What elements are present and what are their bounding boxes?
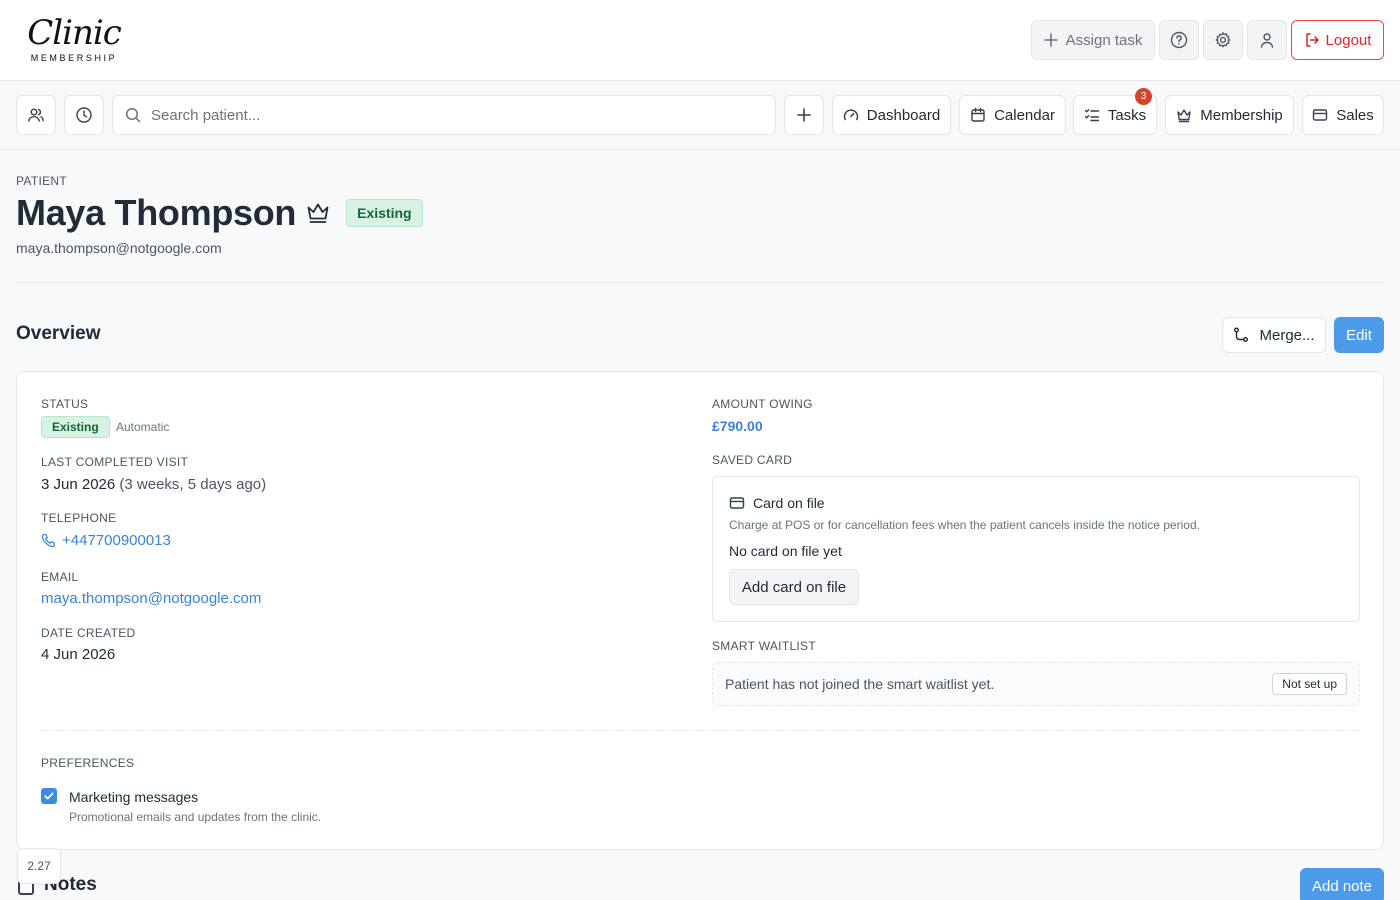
edit-button[interactable]: Edit	[1334, 317, 1384, 353]
patient-name: Maya Thompson	[16, 192, 297, 233]
card-on-file-status: No card on file yet	[729, 543, 842, 559]
email-link[interactable]: maya.thompson@notgoogle.com	[41, 590, 261, 607]
nav-calendar-label: Calendar	[994, 106, 1055, 124]
preferences-label: PREFERENCES	[41, 756, 135, 770]
checkmark-icon	[44, 792, 54, 800]
patient-email: maya.thompson@notgoogle.com	[16, 240, 222, 256]
add-note-button[interactable]: Add note	[1300, 868, 1384, 900]
card-on-file-description: Charge at POS or for cancellation fees w…	[729, 518, 1200, 532]
help-icon	[1170, 31, 1188, 49]
waitlist-status-badge: Not set up	[1272, 673, 1347, 695]
logout-label: Logout	[1325, 31, 1372, 49]
preferences-divider	[41, 730, 1359, 731]
card-on-file-title: Card on file	[753, 495, 825, 511]
merge-icon	[1234, 327, 1249, 342]
nav-tasks-label: Tasks	[1107, 106, 1147, 124]
patient-search[interactable]	[112, 95, 776, 135]
status-label: STATUS	[41, 397, 89, 411]
plus-icon	[797, 108, 811, 122]
nav-membership-label: Membership	[1200, 106, 1283, 124]
header-actions: Assign task Logout	[1031, 20, 1384, 60]
user-icon	[1260, 33, 1274, 48]
assign-task-button[interactable]: Assign task	[1031, 20, 1155, 60]
gauge-icon	[843, 109, 858, 121]
status-mode: Automatic	[116, 420, 170, 434]
logout-button[interactable]: Logout	[1291, 20, 1384, 60]
date-created-value: 4 Jun 2026	[41, 646, 116, 663]
card-on-file-heading: Card on file	[729, 495, 825, 511]
add-card-button[interactable]: Add card on file	[729, 569, 859, 605]
credit-card-icon	[729, 497, 745, 509]
nav-membership[interactable]: Membership	[1165, 95, 1294, 135]
last-visit-value: 3 Jun 2026 (3 weeks, 5 days ago)	[41, 476, 266, 493]
saved-card-panel: Card on file Charge at POS or for cancel…	[712, 476, 1360, 622]
nav-dashboard[interactable]: Dashboard	[832, 95, 951, 135]
clock-icon	[76, 107, 92, 123]
assign-task-label: Assign task	[1065, 31, 1143, 49]
telephone-link[interactable]: +447700900013	[41, 532, 171, 549]
marketing-description: Promotional emails and updates from the …	[69, 810, 322, 824]
nav-sales-label: Sales	[1336, 106, 1374, 124]
merge-button[interactable]: Merge...	[1222, 317, 1326, 353]
last-visit-relative: (3 weeks, 5 days ago)	[119, 476, 267, 493]
merge-label: Merge...	[1259, 326, 1315, 344]
credit-card-icon	[1313, 109, 1328, 121]
checklist-icon	[1084, 109, 1100, 122]
email-label: EMAIL	[41, 570, 79, 584]
version-badge: 2.27	[17, 848, 61, 884]
search-input[interactable]	[151, 106, 751, 124]
settings-button[interactable]	[1203, 20, 1243, 60]
top-header: Clinic MEMBERSHIP Assign task Logout	[0, 0, 1400, 81]
marketing-label[interactable]: Marketing messages	[69, 789, 198, 805]
nav-tasks[interactable]: Tasks 3	[1073, 88, 1157, 135]
settings-gear-icon	[1215, 32, 1231, 48]
main-nav: Dashboard Calendar Tasks 3 Membership Sa…	[0, 81, 1400, 150]
recent-button[interactable]	[64, 95, 104, 135]
nav-calendar[interactable]: Calendar	[959, 95, 1066, 135]
header-divider	[16, 282, 1384, 283]
patient-eyebrow: PATIENT	[16, 174, 67, 188]
logo-subtitle: MEMBERSHIP	[30, 53, 118, 63]
search-icon	[125, 107, 141, 123]
logo-script-text: Clinic	[27, 13, 122, 53]
smart-waitlist-text: Patient has not joined the smart waitlis…	[725, 676, 995, 692]
profile-button[interactable]	[1247, 20, 1287, 60]
patient-status-badge: Existing	[346, 199, 423, 227]
tasks-count-badge: 3	[1135, 88, 1152, 105]
add-patient-button[interactable]	[784, 95, 824, 135]
phone-icon	[41, 534, 55, 548]
date-created-label: DATE CREATED	[41, 626, 136, 640]
smart-waitlist-panel: Patient has not joined the smart waitlis…	[712, 662, 1360, 706]
last-visit-label: LAST COMPLETED VISIT	[41, 455, 189, 469]
help-button[interactable]	[1159, 20, 1199, 60]
amount-owing-value[interactable]: £790.00	[712, 418, 763, 434]
plus-icon	[1043, 33, 1058, 47]
telephone-label: TELEPHONE	[41, 511, 117, 525]
last-visit-date: 3 Jun 2026	[41, 476, 116, 493]
patient-title-row: Maya Thompson Existing	[16, 192, 423, 234]
crown-icon	[1177, 109, 1191, 123]
telephone-value: +447700900013	[62, 532, 171, 549]
smart-waitlist-label: SMART WAITLIST	[712, 639, 816, 653]
marketing-checkbox[interactable]	[41, 788, 57, 804]
status-badge: Existing	[41, 416, 110, 438]
calendar-icon	[971, 107, 985, 122]
users-icon	[28, 108, 44, 122]
nav-sales[interactable]: Sales	[1302, 95, 1384, 135]
amount-owing-label: AMOUNT OWING	[712, 397, 813, 411]
crown-icon	[307, 203, 329, 223]
saved-card-label: SAVED CARD	[712, 453, 793, 467]
nav-dashboard-label: Dashboard	[866, 106, 941, 124]
patients-button[interactable]	[16, 95, 56, 135]
logout-icon	[1305, 33, 1319, 47]
overview-title: Overview	[16, 323, 101, 344]
clinic-logo[interactable]: Clinic MEMBERSHIP	[16, 8, 132, 70]
overview-card: STATUS Existing Automatic LAST COMPLETED…	[16, 371, 1384, 850]
